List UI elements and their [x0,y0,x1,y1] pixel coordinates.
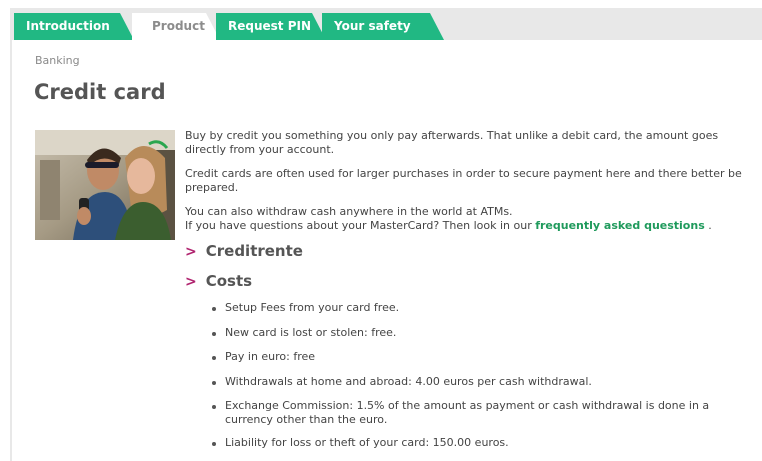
intro-paragraph-1: Buy by credit you something you only pay… [185,129,719,156]
section-label: Costs [205,272,253,290]
tab-introduction[interactable]: Introduction [14,13,134,40]
left-divider [10,40,12,461]
chevron-right-icon: > [185,244,197,260]
chevron-right-icon: > [185,274,197,290]
tab-product[interactable]: Product [132,13,220,40]
tab-your-safety[interactable]: Your safety [322,13,444,40]
list-item: Setup Fees from your card free. [210,301,750,315]
list-item: New card is lost or stolen: free. [210,326,750,340]
breadcrumb: Banking [35,54,80,67]
list-item: Exchange Commission: 1.5% of the amount … [210,399,750,427]
atm-text: You can also withdraw cash anywhere in t… [185,205,513,218]
section-costs[interactable]: > Costs [185,272,252,290]
faq-question-text: If you have questions about your MasterC… [185,219,536,232]
couple-photo-image [35,130,175,240]
tab-request-pin[interactable]: Request PIN [216,13,326,40]
list-item: Pay in euro: free [210,350,750,364]
list-item: Liability for loss or theft of your card… [210,436,750,450]
tab-bar: Introduction Product Request PIN Your sa… [10,8,762,40]
faq-end-text: . [704,219,712,232]
product-photo [35,130,175,240]
section-label: Creditrente [205,242,303,260]
page-title: Credit card [34,80,166,104]
page-frame: Introduction Product Request PIN Your sa… [10,8,762,461]
section-creditrente[interactable]: > Creditrente [185,242,303,260]
faq-link[interactable]: frequently asked questions [535,219,705,232]
list-item: Withdrawals at home and abroad: 4.00 eur… [210,375,750,389]
intro-paragraph-2: Credit cards are often used for larger p… [185,167,742,194]
intro-paragraph-3: You can also withdraw cash anywhere in t… [185,205,745,233]
